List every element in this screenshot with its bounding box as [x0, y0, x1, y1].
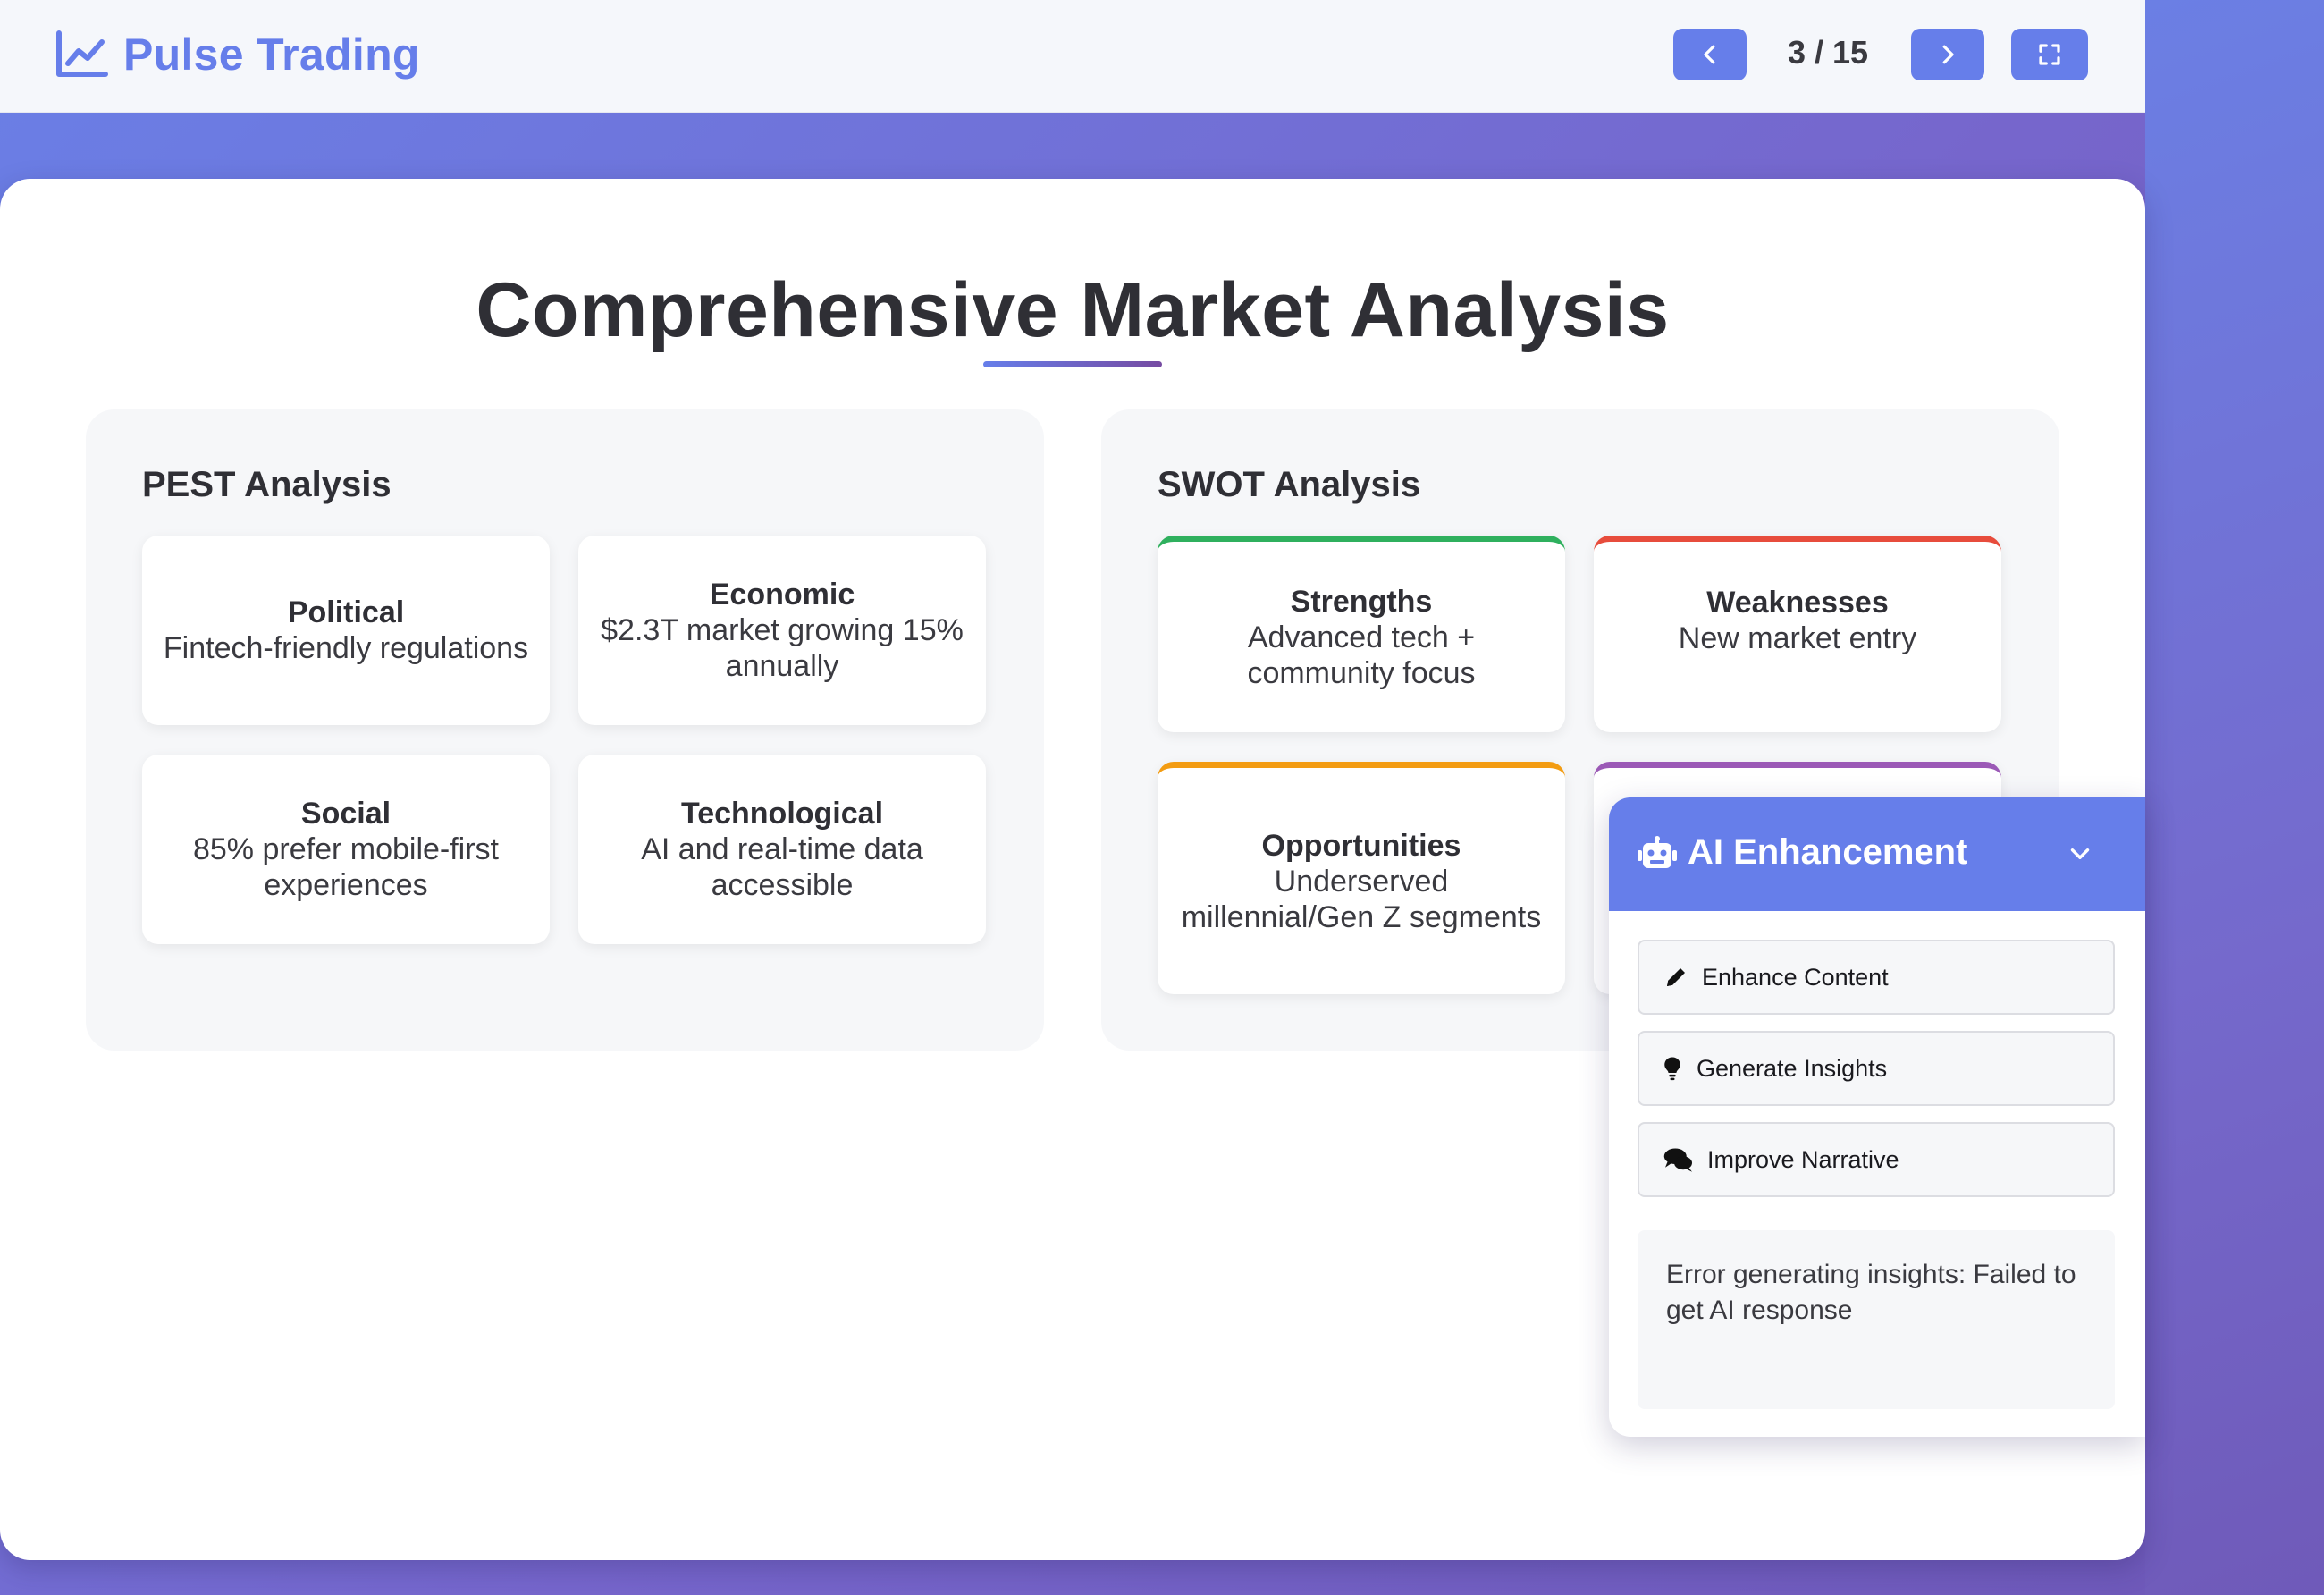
chevron-down-icon[interactable] — [2065, 839, 2095, 869]
expand-icon — [2039, 44, 2060, 65]
ai-panel-title: AI Enhancement — [1688, 832, 1968, 872]
chart-line-icon — [56, 30, 108, 77]
top-bar: Pulse Trading 3 / 15 — [0, 0, 2145, 113]
slide-counter: 3 / 15 — [1787, 34, 1869, 71]
button-label: Improve Narrative — [1707, 1145, 1899, 1173]
swot-heading: SWOT Analysis — [1158, 465, 1421, 504]
card-title: Social — [300, 797, 392, 831]
card-title: Economic — [709, 578, 855, 612]
card-text: Fintech-friendly regulations — [163, 631, 529, 665]
swot-card-weaknesses: Weaknesses New market entry — [1594, 536, 2001, 732]
comments-icon — [1663, 1148, 1692, 1172]
button-label: Generate Insights — [1697, 1054, 1888, 1082]
fullscreen-button[interactable] — [2011, 29, 2088, 80]
swot-card-opportunities: Opportunities Underserved millennial/Gen… — [1158, 762, 1565, 994]
lightbulb-icon — [1664, 1057, 1680, 1081]
card-text: New market entry — [1678, 621, 1917, 655]
card-text: 85% prefer mobile-first experiences — [192, 832, 499, 902]
button-label: Enhance Content — [1702, 963, 1889, 991]
card-title: Weaknesses — [1706, 586, 1889, 620]
title-underline — [983, 361, 1162, 367]
brand-name: Pulse Trading — [123, 30, 420, 80]
card-text: Underserved millennial/Gen Z segments — [1181, 864, 1542, 934]
card-text: $2.3T market growing 15% annually — [601, 613, 964, 683]
next-slide-button[interactable] — [1911, 29, 1984, 80]
chevron-left-icon — [1704, 45, 1715, 64]
pest-card-technological: Technological AI and real-time data acce… — [578, 755, 986, 944]
ai-enhancement-panel: AI Enhancement Enhance Content Generate … — [1609, 798, 2145, 1437]
pest-card-social: Social 85% prefer mobile-first experienc… — [142, 755, 550, 944]
card-title: Political — [287, 595, 405, 629]
pest-card-political: Political Fintech-friendly regulations — [142, 536, 550, 725]
pest-card-economic: Economic $2.3T market growing 15% annual… — [578, 536, 986, 725]
chevron-right-icon — [1942, 45, 1954, 64]
swot-card-strengths: Strengths Advanced tech + community focu… — [1158, 536, 1565, 732]
enhance-content-button[interactable]: Enhance Content — [1638, 940, 2115, 1015]
ai-error-message: Error generating insights: Failed to get… — [1638, 1230, 2115, 1409]
background-strip — [2145, 0, 2324, 1595]
card-title: Strengths — [1290, 584, 1433, 619]
generate-insights-button[interactable]: Generate Insights — [1638, 1031, 2115, 1106]
previous-slide-button[interactable] — [1673, 29, 1747, 80]
pencil-icon — [1667, 968, 1685, 986]
pest-heading: PEST Analysis — [142, 465, 392, 504]
card-title: Opportunities — [1261, 828, 1461, 863]
ai-panel-header[interactable]: AI Enhancement — [1609, 798, 2145, 911]
card-title: Technological — [680, 797, 884, 831]
card-text: Advanced tech + community focus — [1247, 620, 1476, 690]
slide-title: Comprehensive Market Analysis — [476, 267, 1670, 353]
brand[interactable]: Pulse Trading — [55, 29, 420, 80]
robot-icon — [1638, 836, 1677, 868]
improve-narrative-button[interactable]: Improve Narrative — [1638, 1122, 2115, 1197]
card-text: AI and real-time data accessible — [641, 832, 923, 902]
pest-panel: PEST Analysis Political Fintech-friendly… — [86, 409, 1044, 1051]
